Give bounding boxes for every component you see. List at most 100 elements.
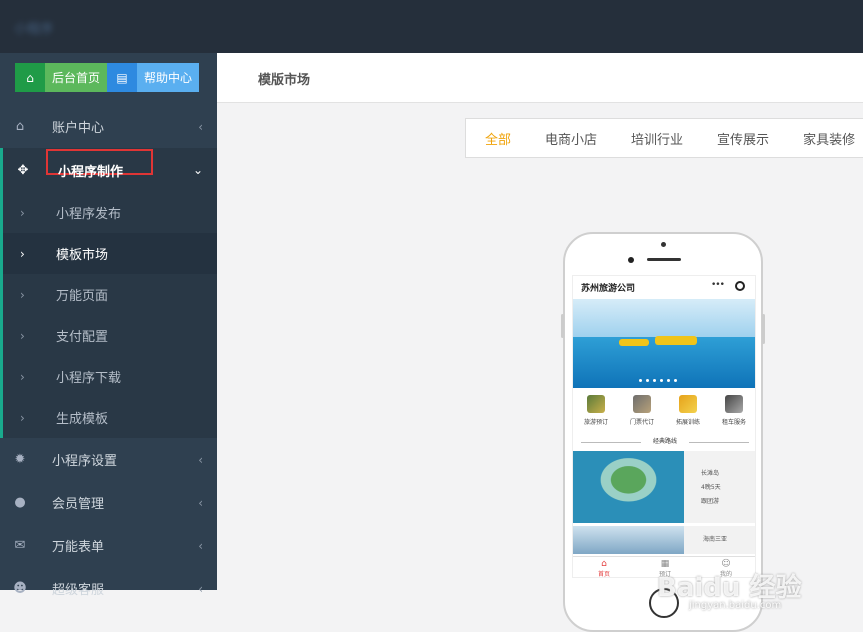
app-header: 苏州旅游公司 ••• bbox=[573, 276, 755, 298]
users-icon: ☻ bbox=[13, 581, 27, 596]
top-bar: 小程序 bbox=[0, 0, 863, 53]
user-icon: ● bbox=[14, 495, 26, 510]
sidebar-item-label: 会员管理 bbox=[52, 497, 105, 512]
icon-tickets: 门票代订 bbox=[622, 389, 662, 433]
more-icon: ••• bbox=[711, 280, 725, 290]
sidebar-item-settings[interactable]: ✹ 小程序设置 ‹ bbox=[0, 438, 217, 481]
phone-camera bbox=[661, 242, 666, 247]
chevron-down-icon: ⌄ bbox=[192, 163, 203, 177]
submenu-item-publish[interactable]: › 小程序发布 bbox=[3, 192, 217, 233]
submenu-item-label: 支付配置 bbox=[56, 330, 109, 345]
sidebar-item-label: 小程序设置 bbox=[52, 454, 118, 469]
sidebar-item-label: 小程序制作 bbox=[58, 164, 124, 180]
banner-boat bbox=[619, 339, 649, 346]
sidebar-item-miniprogram-make[interactable]: ✥ 小程序制作 ⌄ bbox=[0, 148, 217, 192]
route-line: 4晚5天 bbox=[701, 484, 721, 491]
route-line: 长滩岛 bbox=[701, 470, 720, 477]
sidebar-item-label: 账户中心 bbox=[52, 121, 105, 136]
chevron-right-icon: › bbox=[20, 205, 25, 220]
sidebar-menu: ⌂ 账户中心 ‹ ✥ 小程序制作 ⌄ › 小程序发布 › 模板市场 › 万能页面 bbox=[0, 105, 217, 610]
submenu-item-label: 生成模板 bbox=[56, 412, 109, 427]
route-info: 长滩岛 4晚5天 跟团游 bbox=[701, 467, 721, 509]
banner-boat bbox=[655, 336, 697, 345]
chevron-right-icon: › bbox=[20, 287, 25, 302]
icon-label: 租车服务 bbox=[721, 419, 746, 426]
help-button[interactable]: ▤ 帮助中心 bbox=[107, 63, 200, 92]
submenu-item-download[interactable]: › 小程序下载 bbox=[3, 356, 217, 397]
chevron-left-icon: ‹ bbox=[198, 452, 203, 467]
submenu-item-label: 万能页面 bbox=[56, 289, 109, 304]
house-icon: ⌂ bbox=[601, 559, 607, 569]
gear-icon: ✹ bbox=[14, 452, 26, 467]
submenu-item-label: 小程序下载 bbox=[56, 371, 122, 386]
main-content: 模版市场 全部 电商小店 培训行业 宣传展示 家具装修 苏州旅游公司 ••• 旅… bbox=[217, 53, 863, 632]
book-icon: ▤ bbox=[107, 63, 138, 92]
icon-label: 拓展训练 bbox=[675, 419, 700, 426]
banner-sky bbox=[573, 299, 755, 337]
section-title: 经典路线 bbox=[573, 436, 755, 450]
sidebar-item-label: 超级客服 bbox=[52, 583, 105, 598]
tab-all[interactable]: 全部 bbox=[485, 129, 511, 148]
phone-sensor bbox=[628, 257, 634, 263]
chevron-right-icon: › bbox=[20, 369, 25, 384]
chevron-right-icon: › bbox=[20, 410, 25, 425]
icon-training: 拓展训练 bbox=[668, 389, 708, 433]
car-icon bbox=[725, 395, 743, 413]
sidebar-item-members[interactable]: ● 会员管理 ‹ bbox=[0, 481, 217, 524]
icon-label: 门票代订 bbox=[629, 419, 654, 426]
route-line: 跟团游 bbox=[701, 498, 720, 505]
home-icon: ⌂ bbox=[15, 119, 25, 134]
phone-speaker bbox=[647, 258, 681, 261]
chevron-left-icon: ‹ bbox=[198, 495, 203, 510]
ticket-icon bbox=[633, 395, 651, 413]
tab-furniture[interactable]: 家具装修 bbox=[803, 129, 855, 148]
compass-icon bbox=[587, 395, 605, 413]
sidebar-item-account[interactable]: ⌂ 账户中心 ‹ bbox=[0, 105, 217, 148]
template-area: 全部 电商小店 培训行业 宣传展示 家具装修 苏州旅游公司 ••• 旅游预订 门… bbox=[217, 103, 863, 632]
tab-showcase[interactable]: 宣传展示 bbox=[717, 129, 769, 148]
submenu-item-generate-template[interactable]: › 生成模板 bbox=[3, 397, 217, 438]
target-icon bbox=[735, 281, 745, 291]
watermark-url: jingyan.baidu.com bbox=[689, 600, 782, 611]
chevron-left-icon: ‹ bbox=[198, 119, 203, 134]
chevron-right-icon: › bbox=[20, 246, 25, 261]
sidebar-item-forms[interactable]: ✉ 万能表单 ‹ bbox=[0, 524, 217, 567]
submenu-item-template-market[interactable]: › 模板市场 bbox=[3, 233, 217, 274]
route-card: 海南三亚 bbox=[573, 526, 755, 554]
carousel-dots bbox=[639, 379, 677, 382]
home-icon: ⌂ bbox=[15, 63, 45, 92]
category-icons: 旅游预订 门票代订 拓展训练 租车服务 bbox=[573, 389, 755, 433]
app-tab-label: 首页 bbox=[597, 571, 610, 578]
phone-screen: 苏州旅游公司 ••• 旅游预订 门票代订 拓展训练 租车服务 经典路线 长滩岛 … bbox=[572, 275, 756, 578]
sidebar: ⌂ 后台首页 ▤ 帮助中心 ⌂ 账户中心 ‹ ✥ 小程序制作 ⌄ › 小程序发布… bbox=[0, 53, 217, 598]
chevron-right-icon: › bbox=[20, 328, 25, 343]
submenu-item-universal-page[interactable]: › 万能页面 bbox=[3, 274, 217, 315]
home-button-label: 后台首页 bbox=[45, 63, 108, 92]
icon-car-rental: 租车服务 bbox=[714, 389, 754, 433]
page-header: 模版市场 bbox=[217, 53, 863, 103]
icon-label: 旅游预订 bbox=[583, 419, 608, 426]
chevron-left-icon: ‹ bbox=[198, 581, 203, 596]
phone-side-button bbox=[762, 314, 765, 344]
phone-side-button bbox=[561, 314, 564, 338]
quick-buttons: ⌂ 后台首页 ▤ 帮助中心 bbox=[15, 63, 200, 92]
route-card: 长滩岛 4晚5天 跟团游 bbox=[573, 451, 755, 523]
chevron-left-icon: ‹ bbox=[198, 538, 203, 553]
sidebar-item-support[interactable]: ☻ 超级客服 ‹ bbox=[0, 567, 217, 610]
tab-training[interactable]: 培训行业 bbox=[631, 129, 683, 148]
flag-icon bbox=[679, 395, 697, 413]
route-photo bbox=[573, 526, 684, 554]
help-button-label: 帮助中心 bbox=[137, 63, 200, 92]
logo: 小程序 bbox=[14, 22, 54, 37]
home-button[interactable]: ⌂ 后台首页 bbox=[15, 63, 108, 92]
submenu-item-payment[interactable]: › 支付配置 bbox=[3, 315, 217, 356]
submenu: › 小程序发布 › 模板市场 › 万能页面 › 支付配置 › 小程序下载 › 生… bbox=[0, 192, 217, 438]
mail-icon: ✉ bbox=[14, 538, 26, 553]
page-title: 模版市场 bbox=[258, 73, 311, 88]
submenu-item-label: 模板市场 bbox=[56, 248, 109, 263]
route-photo bbox=[573, 451, 684, 523]
tab-ecommerce[interactable]: 电商小店 bbox=[545, 129, 597, 148]
category-tabs: 全部 电商小店 培训行业 宣传展示 家具装修 bbox=[465, 118, 863, 158]
app-title: 苏州旅游公司 bbox=[581, 284, 636, 294]
submenu-item-label: 小程序发布 bbox=[56, 207, 122, 222]
